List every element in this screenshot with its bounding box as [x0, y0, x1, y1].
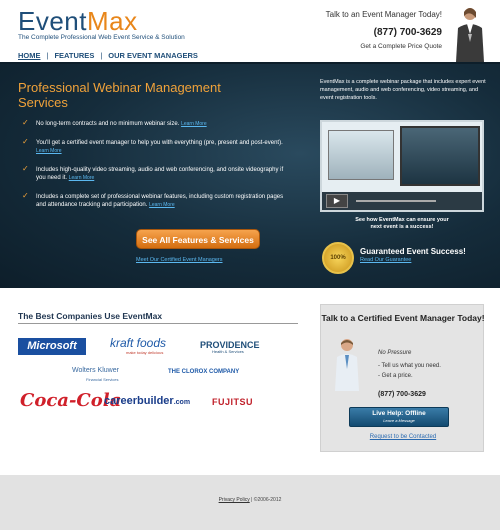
- guarantee-seal-icon: 100%: [322, 242, 354, 274]
- wolters-kluwer-logo-sub: Financial Services: [86, 377, 119, 382]
- site-footer: Privacy Policy | ©2006-2012: [0, 475, 500, 530]
- logo-event-text: Event: [18, 6, 87, 36]
- learn-more-link[interactable]: Learn More: [36, 148, 62, 154]
- event-manager-photo: [335, 339, 359, 391]
- list-item: - Get a price.: [378, 373, 413, 379]
- feature-list: ✓ No long-term contracts and no minimum …: [22, 118, 292, 220]
- privacy-policy-link[interactable]: Privacy Policy: [219, 497, 250, 503]
- logo-max-text: Max: [87, 6, 138, 36]
- learn-more-link[interactable]: Learn More: [149, 202, 175, 208]
- video-caption: See how EventMax can ensure your next ev…: [355, 217, 449, 230]
- companies-divider: [18, 323, 298, 324]
- see-all-features-button[interactable]: See All Features & Services: [136, 229, 260, 249]
- providence-logo-sub: Health & Services: [212, 349, 244, 354]
- check-icon: ✓: [22, 163, 29, 173]
- live-help-label: Live Help: Offline: [372, 410, 426, 417]
- main-nav: HOME | FEATURES | OUR EVENT MANAGERS: [18, 51, 198, 60]
- read-guarantee-link[interactable]: Read Our Guarantee: [360, 257, 411, 263]
- contact-bullets: - Tell us what you need. - Get a price.: [378, 361, 441, 381]
- feature-item: ✓ Includes a complete set of professiona…: [22, 190, 292, 210]
- video-player[interactable]: ▶: [320, 120, 484, 212]
- header-contact: Talk to an Event Manager Today! (877) 70…: [326, 10, 442, 50]
- hero-title: Professional Webinar Management Services: [18, 80, 221, 110]
- play-icon[interactable]: ▶: [326, 194, 348, 208]
- nav-home[interactable]: HOME: [18, 51, 41, 60]
- kraft-logo-tagline: make today delicious: [126, 350, 164, 355]
- hero-description: EventMax is a complete webinar package t…: [320, 79, 486, 101]
- copyright: | ©2006-2012: [251, 497, 282, 503]
- feature-text: You'll get a certified event manager to …: [36, 139, 283, 146]
- contact-title: Talk to a Certified Event Manager Today!: [321, 313, 485, 323]
- feature-item: ✓ No long-term contracts and no minimum …: [22, 118, 292, 129]
- eventmax-logo[interactable]: EventMax: [18, 8, 138, 34]
- footer-text: Privacy Policy | ©2006-2012: [0, 497, 500, 503]
- event-manager-photo: [456, 8, 484, 62]
- check-icon: ✓: [22, 136, 29, 146]
- video-thumbnail-right: [400, 126, 480, 186]
- wolters-kluwer-logo: Wolters Kluwer: [72, 367, 119, 374]
- kraft-logo: kraft foods: [110, 336, 167, 350]
- contact-box: Talk to a Certified Event Manager Today!…: [320, 304, 485, 452]
- tagline: The Complete Professional Web Event Serv…: [18, 34, 185, 41]
- feature-item: ✓ You'll get a certified event manager t…: [22, 136, 292, 156]
- guarantee-heading: Guaranteed Event Success!: [360, 247, 466, 256]
- site-header: EventMax The Complete Professional Web E…: [0, 0, 500, 62]
- fujitsu-logo: FUJITSU: [212, 397, 254, 407]
- companies-heading: The Best Companies Use EventMax: [18, 311, 163, 321]
- video-thumbnail-left: [328, 130, 394, 180]
- microsoft-logo: Microsoft: [18, 338, 86, 355]
- leave-message-label: Leave a Message: [383, 418, 415, 423]
- clorox-logo: THE CLOROX COMPANY: [168, 369, 240, 375]
- check-icon: ✓: [22, 190, 29, 200]
- request-contact-link[interactable]: Request to be Contacted: [321, 434, 485, 440]
- live-help-button[interactable]: Live Help: Offline Leave a Message: [349, 407, 449, 427]
- hero-section: Professional Webinar Management Services…: [0, 62, 500, 288]
- video-progress-bar[interactable]: [356, 200, 436, 202]
- list-item: - Tell us what you need.: [378, 363, 441, 369]
- careerbuilder-logo-main: careerbuilder: [104, 395, 174, 407]
- video-controls: ▶: [322, 192, 482, 210]
- nav-separator: |: [100, 51, 103, 60]
- no-pressure-text: No Pressure: [378, 350, 412, 356]
- meet-managers-link[interactable]: Meet Our Certified Event Managers: [136, 257, 223, 263]
- careerbuilder-logo: careerbuilder.com: [104, 395, 190, 407]
- nav-features[interactable]: FEATURES: [54, 51, 94, 60]
- contact-phone: (877) 700-3629: [378, 391, 426, 398]
- header-phone: (877) 700-3629: [373, 27, 442, 38]
- nav-separator: |: [46, 51, 49, 60]
- header-talk-text: Talk to an Event Manager Today!: [325, 10, 442, 19]
- feature-text: No long-term contracts and no minimum we…: [36, 121, 180, 127]
- feature-item: ✓ Includes high-quality video streaming,…: [22, 163, 292, 183]
- header-quote-link[interactable]: Get a Complete Price Quote: [326, 43, 442, 50]
- learn-more-link[interactable]: Learn More: [181, 121, 207, 127]
- careerbuilder-logo-suffix: .com: [173, 399, 191, 406]
- check-icon: ✓: [22, 118, 29, 127]
- nav-event-managers[interactable]: OUR EVENT MANAGERS: [108, 51, 198, 60]
- learn-more-link[interactable]: Learn More: [69, 175, 95, 181]
